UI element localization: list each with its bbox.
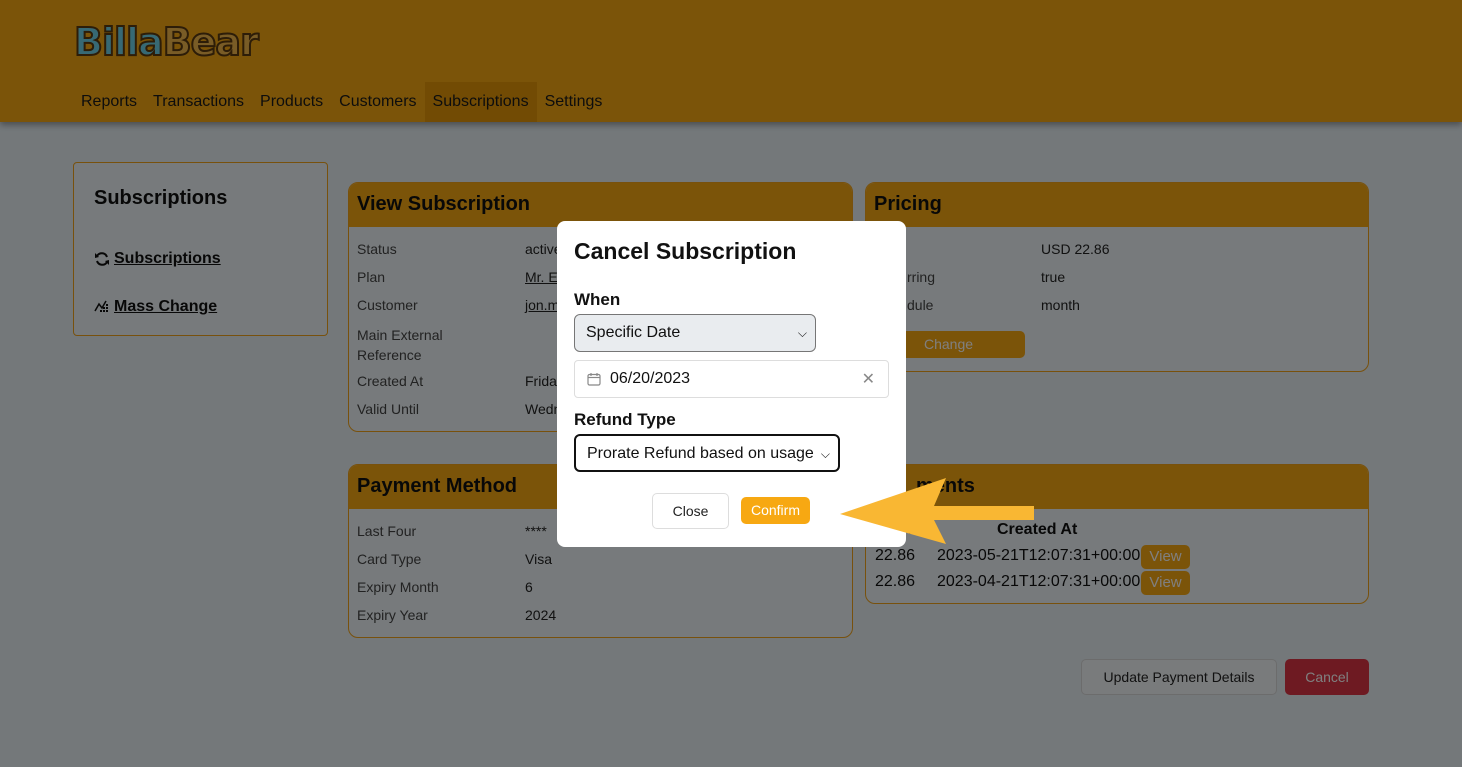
annotation-arrow-icon	[840, 478, 1034, 544]
refund-type-label: Refund Type	[574, 410, 676, 429]
refund-type-select[interactable]: Prorate Refund based on usage ⌵	[574, 434, 840, 472]
when-select-value: Specific Date	[586, 324, 681, 341]
when-label: When	[574, 290, 621, 309]
confirm-button[interactable]: Confirm	[741, 497, 810, 524]
chevron-down-icon: ⌵	[797, 326, 807, 340]
date-input[interactable]: 06/20/2023 ✕	[574, 360, 889, 398]
refund-type-value: Prorate Refund based on usage	[587, 445, 814, 462]
when-select[interactable]: Specific Date ⌵	[574, 314, 816, 352]
modal-title: Cancel Subscription	[574, 238, 797, 264]
chevron-down-icon: ⌵	[820, 447, 830, 461]
calendar-icon	[587, 373, 601, 386]
clear-date-icon[interactable]: ✕	[862, 369, 875, 389]
date-value: 06/20/2023	[610, 370, 691, 387]
close-button[interactable]: Close	[652, 493, 729, 529]
